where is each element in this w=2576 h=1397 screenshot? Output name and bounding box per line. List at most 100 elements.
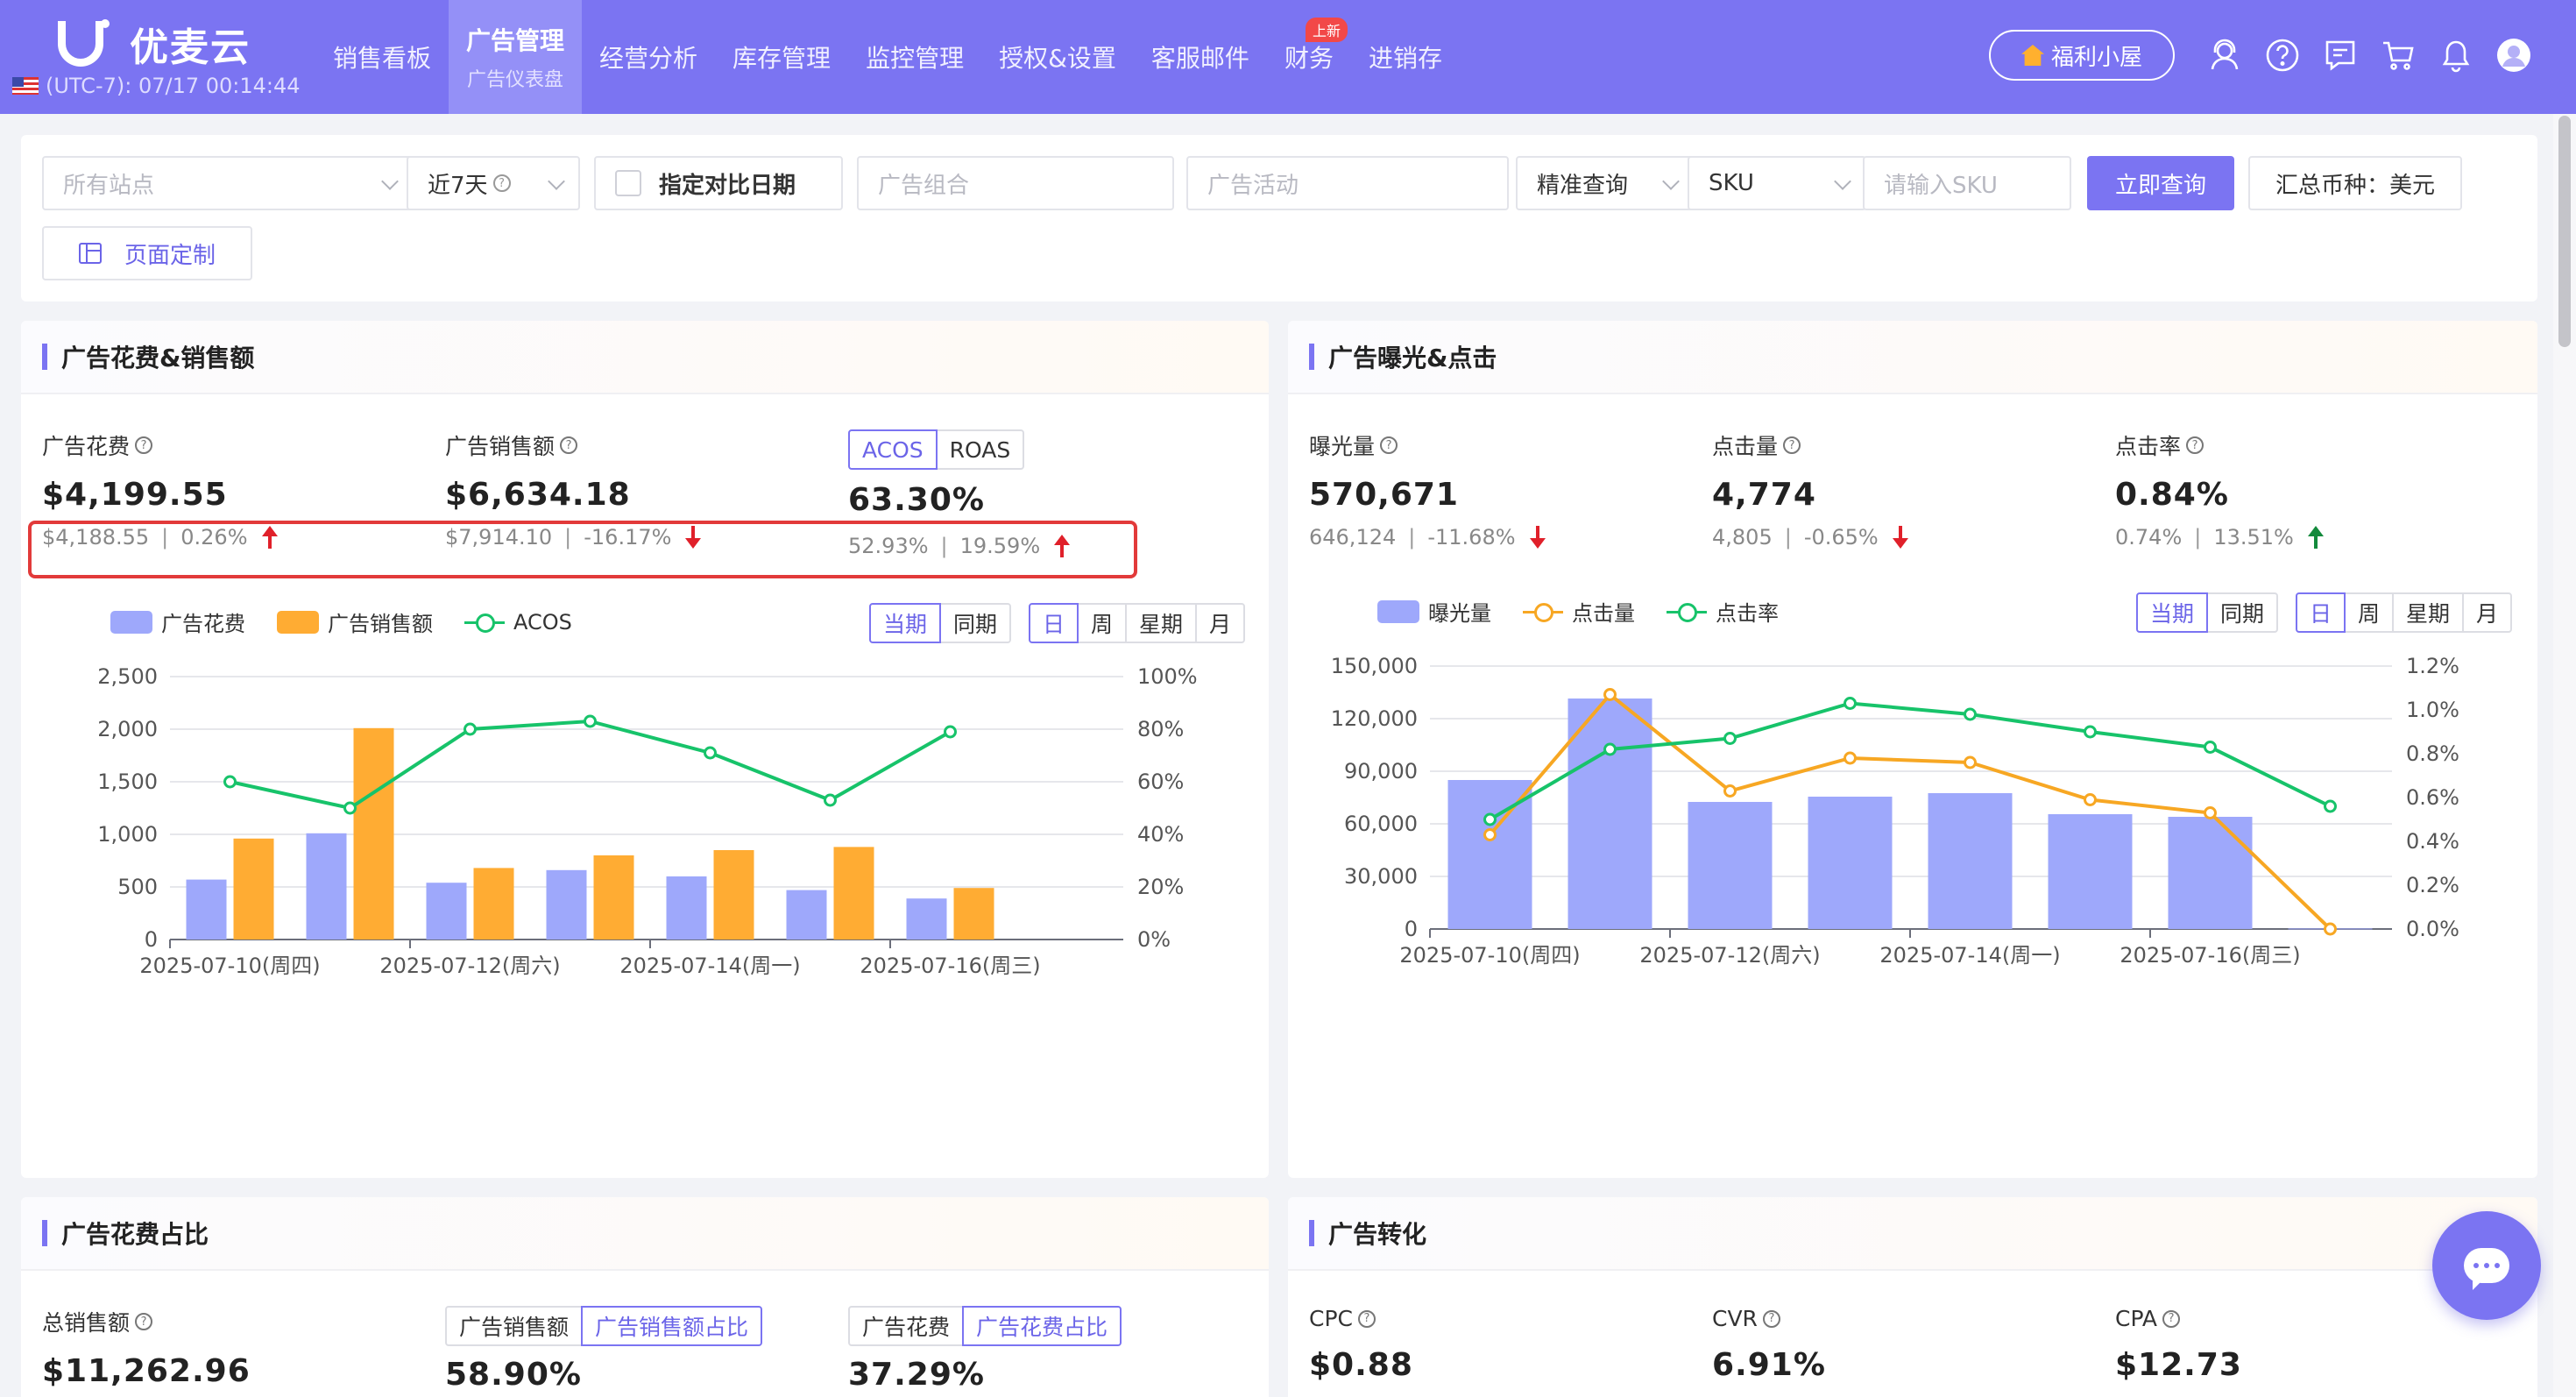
granularity-weekday[interactable]: 星期 xyxy=(2392,592,2465,633)
help-icon[interactable]: ? xyxy=(135,436,153,454)
legend-ctr[interactable]: 点击率 xyxy=(1667,596,1779,627)
date-range-select[interactable]: 近7天? xyxy=(407,156,580,210)
bar-primary xyxy=(306,833,347,940)
match-mode-value: 精准查询 xyxy=(1537,172,1629,199)
ad-portfolio-input[interactable]: 广告组合 xyxy=(857,156,1174,210)
metric-value: 37.29% xyxy=(848,1357,985,1393)
nav-item-monitoring[interactable]: 监控管理 xyxy=(848,0,981,114)
nav-item-auth-settings[interactable]: 授权&设置 xyxy=(981,0,1134,114)
period-yoy[interactable]: 同期 xyxy=(2206,592,2279,633)
metric-label: 广告销售额 xyxy=(445,434,556,459)
ad-portfolio-placeholder: 广告组合 xyxy=(878,172,970,199)
help-icon[interactable]: ? xyxy=(1380,436,1398,454)
sku-input[interactable]: 请输入SKU xyxy=(1863,156,2071,210)
granularity-week[interactable]: 周 xyxy=(2344,592,2395,633)
help-icon[interactable]: ? xyxy=(135,1313,153,1330)
bar-secondary xyxy=(473,868,514,940)
currency-button[interactable]: 汇总币种：美元 xyxy=(2248,156,2462,210)
nav-item-business-analysis[interactable]: 经营分析 xyxy=(582,0,715,114)
nav-item-purchase-sales-stock[interactable]: 进销存 xyxy=(1351,0,1460,114)
page-customize-button[interactable]: 页面定制 xyxy=(42,226,252,280)
toggle-acos[interactable]: ACOS xyxy=(848,429,938,470)
period-current[interactable]: 当期 xyxy=(869,603,942,643)
new-badge: 上新 xyxy=(1305,18,1348,42)
bar-secondary xyxy=(353,727,394,940)
nav-item-ad-management[interactable]: 广告管理 广告仪表盘 xyxy=(449,0,583,114)
granularity-month[interactable]: 月 xyxy=(1195,603,1246,643)
avatar-icon[interactable] xyxy=(2494,35,2534,75)
scrollbar-thumb[interactable] xyxy=(2558,116,2571,347)
panel-ad-conversion: 广告转化 CPC? $0.88 CVR? 6.91% CPA? $12.73 xyxy=(1288,1197,2537,1397)
cart-icon[interactable] xyxy=(2378,35,2418,75)
bar-primary xyxy=(1688,802,1773,929)
toggle-roas[interactable]: ROAS xyxy=(935,429,1025,470)
site-select[interactable]: 所有站点 xyxy=(42,156,414,210)
y2-tick-label: 0.2% xyxy=(2406,873,2459,897)
match-mode-select[interactable]: 精准查询 xyxy=(1516,156,1695,210)
metric-label: 广告花费 xyxy=(42,434,131,459)
bar-primary xyxy=(666,876,707,940)
main-nav: 销售看板 广告管理 广告仪表盘 经营分析 库存管理 监控管理 授权&设置 客服邮… xyxy=(315,0,1460,114)
metric-label: CPA xyxy=(2115,1306,2158,1331)
bar-secondary xyxy=(233,838,274,940)
top-icon-group xyxy=(2204,35,2551,75)
granularity-day[interactable]: 日 xyxy=(2296,592,2346,633)
help-icon[interactable]: ? xyxy=(2186,436,2204,454)
top-navigation-bar: 优麦云 (UTC-7): 07/17 00:14:44 销售看板 广告管理 广告… xyxy=(0,0,2576,114)
toggle-ad-sales-share[interactable]: 广告销售额占比 xyxy=(581,1306,763,1346)
legend-ad-spend[interactable]: 广告花费 xyxy=(110,606,245,637)
nav-item-finance[interactable]: 财务 上新 xyxy=(1267,0,1351,114)
nav-item-sales-board[interactable]: 销售看板 xyxy=(315,0,449,114)
help-icon[interactable]: ? xyxy=(2162,1309,2181,1328)
legend-swatch xyxy=(1377,599,1419,623)
help-icon[interactable]: ? xyxy=(1762,1309,1780,1328)
metric-value: $4,199.55 xyxy=(42,477,228,513)
toggle-ad-spend-share[interactable]: 广告花费占比 xyxy=(962,1306,1122,1346)
toggle-ad-spend[interactable]: 广告花费 xyxy=(848,1306,965,1346)
granularity-weekday[interactable]: 星期 xyxy=(1125,603,1198,643)
y2-tick-label: 20% xyxy=(1137,875,1184,899)
legend-clicks[interactable]: 点击量 xyxy=(1523,596,1635,627)
user-support-icon[interactable] xyxy=(2204,35,2245,75)
period-current[interactable]: 当期 xyxy=(2136,592,2209,633)
line-point xyxy=(2324,922,2337,936)
ad-spend-share-toggle: 广告花费 广告花费占比 xyxy=(848,1306,1122,1346)
legend-ad-sales[interactable]: 广告销售额 xyxy=(277,606,433,637)
period-yoy[interactable]: 同期 xyxy=(939,603,1012,643)
granularity-day[interactable]: 日 xyxy=(1029,603,1079,643)
clock-text: (UTC-7): 07/17 00:14:44 xyxy=(46,74,301,98)
nav-item-inventory[interactable]: 库存管理 xyxy=(715,0,848,114)
granularity-month[interactable]: 月 xyxy=(2462,592,2513,633)
id-type-select[interactable]: SKU xyxy=(1688,156,1866,210)
message-icon[interactable] xyxy=(2320,35,2360,75)
help-icon[interactable] xyxy=(2262,35,2303,75)
legend-label: 曝光量 xyxy=(1428,601,1491,626)
legend-acos[interactable]: ACOS xyxy=(464,610,572,635)
legend-label: 广告花费 xyxy=(161,612,245,636)
help-icon[interactable]: ? xyxy=(1783,436,1801,454)
query-button[interactable]: 立即查询 xyxy=(2087,156,2234,210)
legend-swatch xyxy=(277,610,319,634)
bell-icon[interactable] xyxy=(2436,35,2476,75)
chat-support-button[interactable] xyxy=(2432,1211,2541,1320)
help-icon[interactable]: ? xyxy=(560,436,578,454)
app-logo[interactable]: 优麦云 xyxy=(58,16,251,72)
checkbox-icon[interactable] xyxy=(615,170,641,196)
line-point xyxy=(1964,755,1977,769)
granularity-week[interactable]: 周 xyxy=(1077,603,1128,643)
legend-impressions[interactable]: 曝光量 xyxy=(1377,596,1491,627)
y2-tick-label: 60% xyxy=(1137,769,1184,794)
arrow-down-icon xyxy=(1892,526,1908,549)
toggle-ad-sales[interactable]: 广告销售额 xyxy=(445,1306,584,1346)
compare-date-checkbox[interactable]: 指定对比日期 xyxy=(594,156,843,210)
title-accent-bar xyxy=(42,1220,47,1246)
welfare-button[interactable]: 福利小屋 xyxy=(1989,30,2175,81)
y2-tick-label: 0% xyxy=(1137,927,1171,952)
ad-spend-sales-chart: 0 500 1,000 1,500 2,000 2,500 0% 20% 40% 60% 80% 10… xyxy=(97,664,1197,978)
ad-campaign-input[interactable]: 广告活动 xyxy=(1186,156,1509,210)
y-tick-label: 90,000 xyxy=(1344,759,1418,784)
nav-item-service-mail[interactable]: 客服邮件 xyxy=(1134,0,1267,114)
chat-icon xyxy=(2464,1248,2509,1290)
help-icon[interactable]: ? xyxy=(1358,1309,1376,1328)
bar-primary xyxy=(1928,793,2013,929)
